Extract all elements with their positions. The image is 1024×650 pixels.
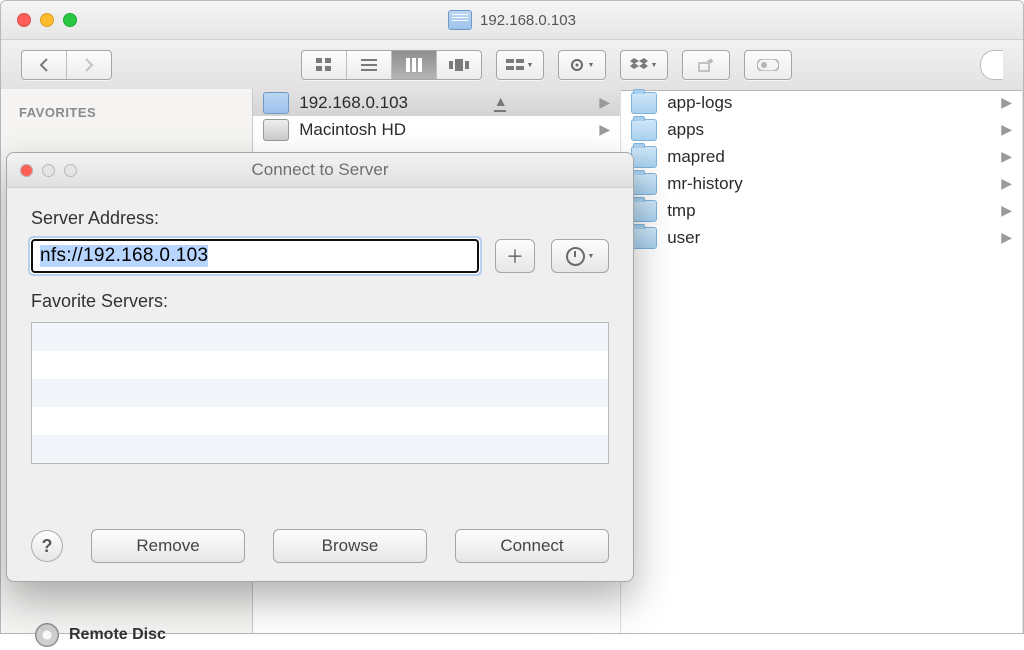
share-button[interactable]	[682, 50, 730, 80]
dialog-button-bar: ? Remove Browse Connect	[31, 529, 609, 563]
dropbox-icon	[630, 58, 648, 72]
column-2: app-logs ▶ apps ▶ mapred ▶ mr-history ▶ tmp ▶…	[621, 89, 1023, 633]
nav-segment	[21, 50, 112, 80]
server-address-input[interactable]	[31, 239, 479, 273]
history-button[interactable]: ▼	[551, 239, 609, 273]
list-icon	[361, 59, 377, 71]
folder-icon	[631, 200, 657, 222]
item-label: user	[667, 228, 700, 248]
disc-icon	[35, 623, 59, 647]
traffic-lights	[1, 13, 77, 27]
dropbox-button[interactable]: ▼	[620, 50, 668, 80]
view-mode-segment	[301, 50, 482, 80]
folder-row[interactable]: mr-history ▶	[621, 170, 1022, 197]
folder-row[interactable]: app-logs ▶	[621, 89, 1022, 116]
action-button[interactable]: ▼	[558, 50, 606, 80]
folder-row[interactable]: tmp ▶	[621, 197, 1022, 224]
view-coverflow-button[interactable]	[437, 51, 481, 79]
chevron-left-icon	[38, 58, 50, 72]
coverflow-icon	[449, 59, 469, 71]
sidebar-section-favorites: FAVORITES	[19, 105, 252, 120]
item-label: 192.168.0.103	[299, 93, 408, 113]
toolbar: ▼ ▼ ▼	[1, 40, 1023, 91]
chevron-right-icon: ▶	[1001, 121, 1012, 138]
close-dialog-icon[interactable]	[20, 164, 33, 177]
arrange-button[interactable]: ▼	[496, 50, 544, 80]
item-label: mapred	[667, 147, 725, 167]
favorite-servers-label: Favorite Servers:	[31, 291, 609, 312]
item-label: tmp	[667, 201, 695, 221]
column1-item-macintosh-hd[interactable]: Macintosh HD ▶	[253, 116, 620, 143]
arrange-icon	[506, 59, 524, 71]
dialog-body: Server Address: ＋ ▼ Favorite Servers:	[7, 188, 633, 480]
sidebar-item-label: Remote Disc	[69, 626, 166, 644]
view-columns-button[interactable]	[392, 51, 437, 79]
folder-icon	[631, 119, 657, 141]
item-label: app-logs	[667, 93, 732, 113]
item-label: apps	[667, 120, 704, 140]
view-icons-button[interactable]	[302, 51, 347, 79]
dialog-title: Connect to Server	[251, 160, 388, 180]
folder-icon	[631, 92, 657, 114]
back-button[interactable]	[22, 51, 67, 79]
help-button[interactable]: ?	[31, 530, 63, 562]
plus-icon: ＋	[506, 243, 524, 269]
window-title-text: 192.168.0.103	[480, 12, 576, 29]
window-title: 192.168.0.103	[448, 1, 576, 39]
folder-icon	[631, 146, 657, 168]
folder-icon	[631, 227, 657, 249]
tags-icon	[757, 59, 779, 71]
column1-item-server[interactable]: 192.168.0.103 ▲ ▶	[253, 89, 620, 116]
browse-button[interactable]: Browse	[273, 529, 427, 563]
grid-icon	[316, 58, 332, 72]
search-field-peek[interactable]	[980, 50, 1003, 80]
dialog-titlebar: Connect to Server	[7, 153, 633, 188]
connect-to-server-dialog: Connect to Server Server Address: ＋ ▼ Fa…	[6, 152, 634, 582]
hard-drive-icon	[263, 119, 289, 141]
minimize-window-icon[interactable]	[40, 13, 54, 27]
favorite-servers-list[interactable]	[31, 322, 609, 464]
share-icon	[698, 58, 714, 72]
gear-icon	[569, 57, 585, 73]
titlebar: 192.168.0.103	[1, 1, 1023, 40]
chevron-right-icon: ▶	[1001, 148, 1012, 165]
remove-button[interactable]: Remove	[91, 529, 245, 563]
add-favorite-button[interactable]: ＋	[495, 239, 535, 273]
server-icon	[448, 10, 472, 30]
question-icon: ?	[42, 536, 53, 557]
eject-button[interactable]: ▲	[494, 93, 508, 112]
clock-icon	[566, 247, 585, 266]
connect-button[interactable]: Connect	[455, 529, 609, 563]
minimize-dialog-icon	[42, 164, 55, 177]
folder-row[interactable]: user ▶	[621, 224, 1022, 251]
close-window-icon[interactable]	[17, 13, 31, 27]
view-list-button[interactable]	[347, 51, 392, 79]
zoom-dialog-icon	[64, 164, 77, 177]
server-icon	[263, 92, 289, 114]
item-label: Macintosh HD	[299, 120, 406, 140]
chevron-right-icon: ▶	[1001, 229, 1012, 246]
chevron-right-icon: ▶	[1001, 175, 1012, 192]
folder-row[interactable]: apps ▶	[621, 116, 1022, 143]
item-label: mr-history	[667, 174, 743, 194]
chevron-right-icon: ▶	[1001, 202, 1012, 219]
folder-icon	[631, 173, 657, 195]
chevron-right-icon: ▶	[1001, 94, 1012, 111]
server-address-row: ＋ ▼	[31, 239, 609, 273]
zoom-window-icon[interactable]	[63, 13, 77, 27]
tags-button[interactable]	[744, 50, 792, 80]
dialog-traffic-lights	[7, 164, 77, 177]
columns-icon	[406, 58, 422, 72]
folder-row[interactable]: mapred ▶	[621, 143, 1022, 170]
chevron-right-icon: ▶	[599, 121, 610, 138]
chevron-right-icon: ▶	[599, 94, 610, 111]
forward-button[interactable]	[67, 51, 111, 79]
server-address-label: Server Address:	[31, 208, 609, 229]
sidebar-item-remote-disc[interactable]: Remote Disc	[1, 620, 252, 650]
chevron-right-icon	[83, 58, 95, 72]
